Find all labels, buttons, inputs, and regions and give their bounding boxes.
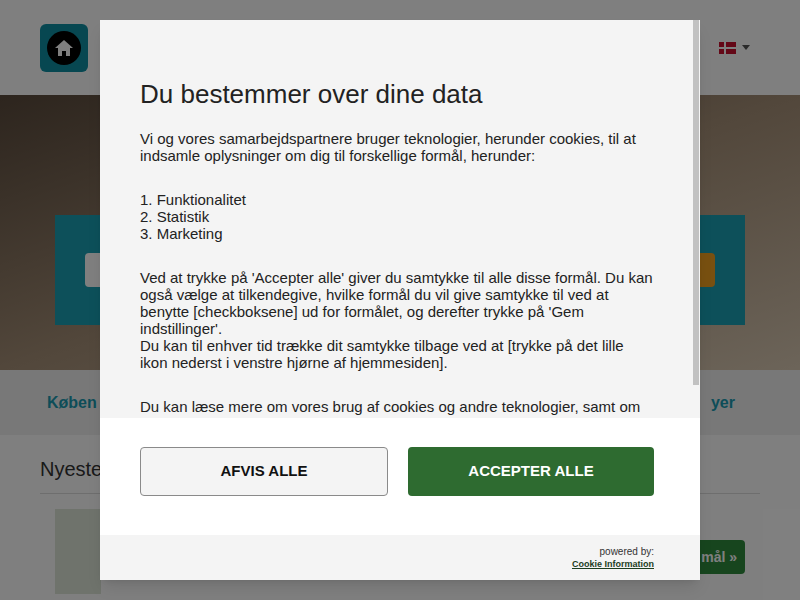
dialog-content: Du bestemmer over dine data Vi og vores s… — [100, 20, 700, 418]
purpose-item: 2. Statistik — [140, 208, 655, 225]
provider-link[interactable]: Cookie Information — [572, 558, 654, 570]
more-text: Du kan læse mere om vores brug af cookie… — [140, 398, 655, 415]
app: KøbenyerNyestemål »Du bestemmer over din… — [0, 0, 800, 600]
consent-text: Ved at trykke på 'Accepter alle' giver d… — [140, 269, 655, 371]
dialog-footer: powered by:Cookie Information — [100, 535, 700, 580]
button-bar: AFVIS ALLE ACCEPTER ALLE — [100, 418, 700, 535]
accept-all-button[interactable]: ACCEPTER ALLE — [408, 447, 654, 496]
consent-dialog: Du bestemmer over dine data Vi og vores s… — [100, 20, 700, 580]
powered-by: powered by: — [600, 546, 654, 558]
purpose-list: 1. Funktionalitet2. Statistik3. Marketin… — [140, 191, 655, 242]
consent-line: Du kan til enhver tid trække dit samtykk… — [140, 337, 655, 371]
reject-all-button[interactable]: AFVIS ALLE — [140, 447, 388, 496]
scrollbar[interactable] — [693, 20, 699, 385]
intro-text: Vi og vores samarbejdspartnere bruger te… — [140, 130, 655, 164]
purpose-item: 1. Funktionalitet — [140, 191, 655, 208]
dialog-title: Du bestemmer over dine data — [140, 78, 655, 110]
purpose-item: 3. Marketing — [140, 225, 655, 242]
consent-line: Ved at trykke på 'Accepter alle' giver d… — [140, 269, 655, 337]
